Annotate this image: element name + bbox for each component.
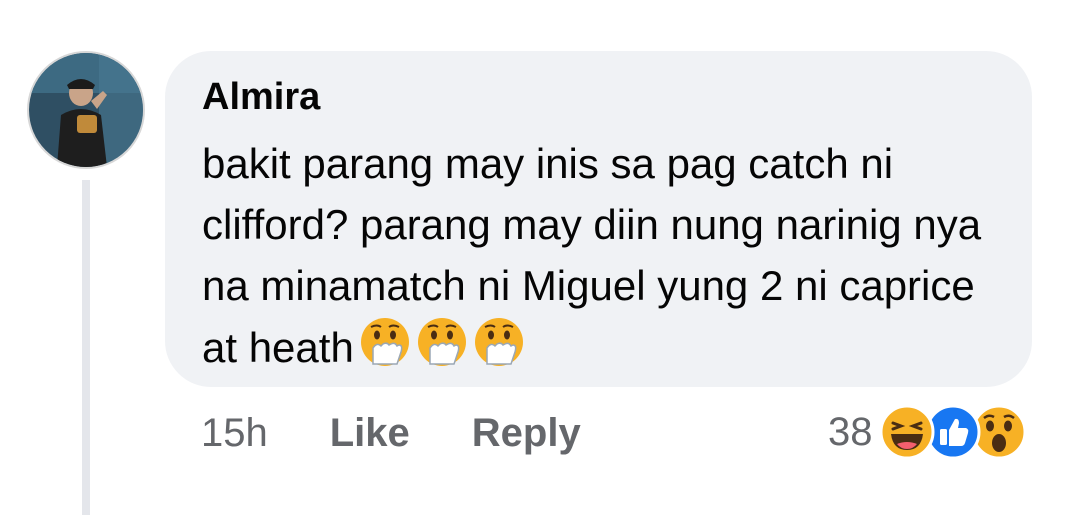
avatar-photo — [29, 53, 143, 167]
avatar[interactable] — [27, 51, 145, 169]
comment-author[interactable]: Almira — [202, 75, 996, 119]
hand-over-mouth-emoji — [474, 318, 523, 366]
comment-container: Almira bakit parang may inis sa pag catc… — [0, 0, 1070, 515]
reaction-icons — [879, 402, 1029, 462]
comment-body: bakit parang may inis sa pag catch ni cl… — [202, 133, 1002, 384]
hand-over-mouth-emoji — [417, 318, 466, 366]
hand-over-mouth-emoji — [360, 318, 409, 366]
reaction-count: 38 — [828, 409, 873, 454]
comment-text: bakit parang may inis sa pag catch ni cl… — [202, 140, 982, 371]
reactions-summary[interactable]: 38 — [828, 402, 1029, 462]
comment-timestamp[interactable]: 15h — [201, 411, 268, 456]
comment-bubble: Almira bakit parang may inis sa pag catc… — [165, 51, 1032, 387]
like-button[interactable]: Like — [330, 411, 410, 456]
comment-emojis — [354, 316, 525, 384]
reply-button[interactable]: Reply — [472, 411, 581, 456]
haha-reaction-icon — [879, 404, 934, 460]
thread-line — [82, 180, 90, 515]
comment-actions: 15h Like Reply — [201, 407, 581, 459]
